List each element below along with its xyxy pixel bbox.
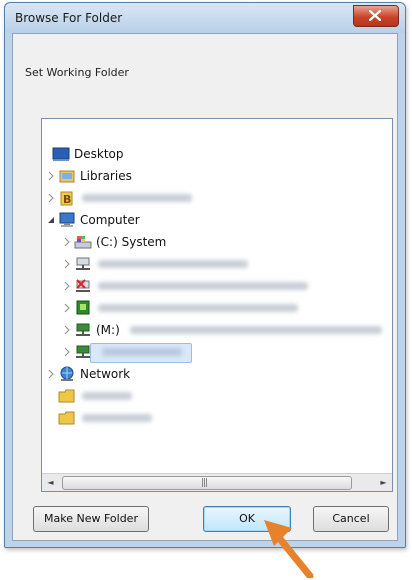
redacted-label xyxy=(102,348,182,356)
svg-text:B: B xyxy=(63,193,71,206)
tree-item-disconnected-drive[interactable] xyxy=(42,275,392,297)
tree-item-desktop[interactable]: Desktop xyxy=(42,143,392,165)
expand-arrow-icon[interactable] xyxy=(62,281,72,291)
network-icon xyxy=(60,366,74,381)
dialog-description: Set Working Folder xyxy=(25,66,129,79)
make-new-folder-button[interactable]: Make New Folder xyxy=(33,506,149,532)
tree-item-label: (C:) System xyxy=(96,235,167,249)
redacted-label xyxy=(82,392,132,400)
tree-item-folder[interactable] xyxy=(42,407,392,429)
tree-item-folder[interactable] xyxy=(42,385,392,407)
folder-icon xyxy=(58,411,75,425)
tree-item-selected-drive[interactable] xyxy=(42,341,392,363)
network-drive-icon xyxy=(76,323,90,336)
grip-icon: ||| xyxy=(201,478,208,488)
dialog-body: Set Working Folder Desktop Libraries B C… xyxy=(12,33,398,541)
tree-item-network-drive-2[interactable] xyxy=(42,297,392,319)
tree-item-user[interactable]: B xyxy=(42,187,392,209)
redacted-label xyxy=(98,282,308,290)
network-drive-icon xyxy=(76,345,90,358)
scroll-right-icon[interactable]: ► xyxy=(375,474,392,491)
tree-item-libraries[interactable]: Libraries xyxy=(42,165,392,187)
libraries-icon xyxy=(59,170,75,183)
expand-arrow-icon[interactable] xyxy=(62,259,72,269)
redacted-label xyxy=(82,414,152,422)
cancel-button[interactable]: Cancel xyxy=(313,506,389,532)
tree-item-label: Computer xyxy=(80,213,140,227)
network-drive-icon xyxy=(76,257,90,270)
expand-arrow-icon[interactable] xyxy=(62,325,72,335)
redacted-label xyxy=(98,260,248,268)
expand-arrow-icon[interactable] xyxy=(46,369,56,379)
tree-item-network[interactable]: Network xyxy=(42,363,392,385)
user-folder-icon: B xyxy=(60,191,73,206)
collapse-arrow-icon[interactable] xyxy=(46,215,56,225)
drive-icon xyxy=(74,236,92,249)
tree-item-label: Libraries xyxy=(80,169,132,183)
expand-arrow-icon[interactable] xyxy=(46,193,56,203)
scrollbar-thumb[interactable]: ||| xyxy=(62,476,352,490)
network-drive-icon xyxy=(76,300,90,315)
folder-tree[interactable]: Desktop Libraries B Computer (C:) System… xyxy=(41,118,393,492)
tree-item-m-drive[interactable]: (M:) xyxy=(42,319,392,341)
expand-arrow-icon[interactable] xyxy=(62,347,72,357)
tree-item-network-drive[interactable] xyxy=(42,253,392,275)
expand-arrow-icon[interactable] xyxy=(62,303,72,313)
scroll-left-icon[interactable]: ◄ xyxy=(42,474,59,491)
tree-item-label: Desktop xyxy=(74,147,124,161)
pointer-arrow-icon xyxy=(264,520,314,578)
folder-icon xyxy=(58,389,75,403)
desktop-icon xyxy=(52,147,70,161)
tree-item-label: (M:) xyxy=(96,323,120,337)
window-title: Browse For Folder xyxy=(15,11,123,25)
horizontal-scrollbar[interactable]: ◄ ||| ► xyxy=(42,473,392,491)
close-icon xyxy=(369,10,381,21)
expand-arrow-icon[interactable] xyxy=(46,171,56,181)
close-button[interactable] xyxy=(353,5,399,27)
redacted-label xyxy=(82,194,192,202)
title-bar[interactable]: Browse For Folder xyxy=(5,3,405,33)
redacted-label xyxy=(130,326,382,334)
browse-for-folder-dialog: Browse For Folder Set Working Folder Des… xyxy=(4,2,406,548)
tree-item-label: Network xyxy=(80,367,131,381)
computer-icon xyxy=(59,212,75,227)
tree-item-computer[interactable]: Computer xyxy=(42,209,392,231)
disconnected-drive-icon xyxy=(76,279,90,292)
redacted-label xyxy=(98,304,298,312)
tree-item-c-drive[interactable]: (C:) System xyxy=(42,231,392,253)
expand-arrow-icon[interactable] xyxy=(62,237,72,247)
